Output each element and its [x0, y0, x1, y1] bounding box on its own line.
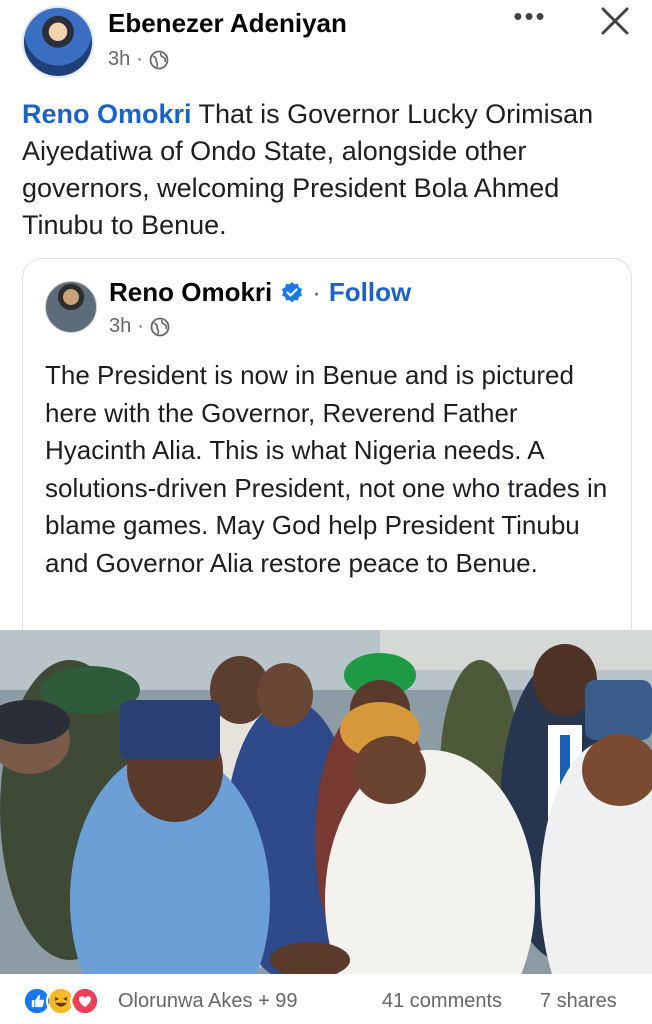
shared-post-card[interactable]: Reno Omokri · Follow 3h · The President … — [22, 258, 632, 658]
shared-post-text: The President is now in Benue and is pic… — [45, 360, 608, 578]
mention-link[interactable]: Reno Omokri — [22, 99, 192, 129]
post-meta: 3h · — [108, 48, 169, 71]
post-time[interactable]: 3h — [108, 48, 130, 71]
verified-badge-icon — [282, 281, 303, 302]
shared-meta-separator: · — [137, 315, 144, 337]
close-icon[interactable] — [598, 4, 632, 38]
post-footer: Olorunwa Akes + 99 41 comments 7 shares — [0, 976, 652, 1024]
globe-icon — [149, 50, 169, 69]
love-icon — [70, 986, 100, 1016]
comments-count[interactable]: 41 comments — [382, 990, 502, 1013]
more-options-button[interactable]: ••• — [512, 3, 548, 34]
author-avatar[interactable] — [22, 6, 94, 78]
reaction-summary[interactable]: Olorunwa Akes + 99 — [118, 990, 298, 1013]
shared-author-name[interactable]: Reno Omokri — [109, 277, 272, 308]
follow-separator: · — [312, 277, 321, 307]
shared-post-time[interactable]: 3h — [109, 315, 131, 338]
post-photo[interactable] — [0, 630, 652, 974]
follow-button[interactable]: Follow — [329, 277, 411, 308]
shared-author-avatar[interactable] — [45, 281, 97, 333]
shares-count[interactable]: 7 shares — [540, 990, 617, 1013]
post-header: Ebenezer Adeniyan 3h · ••• — [0, 0, 652, 90]
meta-separator: · — [136, 48, 143, 70]
author-name[interactable]: Ebenezer Adeniyan — [108, 8, 347, 39]
post-body: Reno Omokri That is Governor Lucky Orimi… — [22, 96, 632, 244]
reaction-icons[interactable] — [22, 986, 100, 1016]
shared-author-row: Reno Omokri · Follow — [109, 277, 411, 308]
shared-post-meta: 3h · — [109, 315, 170, 338]
globe-icon — [150, 317, 170, 336]
